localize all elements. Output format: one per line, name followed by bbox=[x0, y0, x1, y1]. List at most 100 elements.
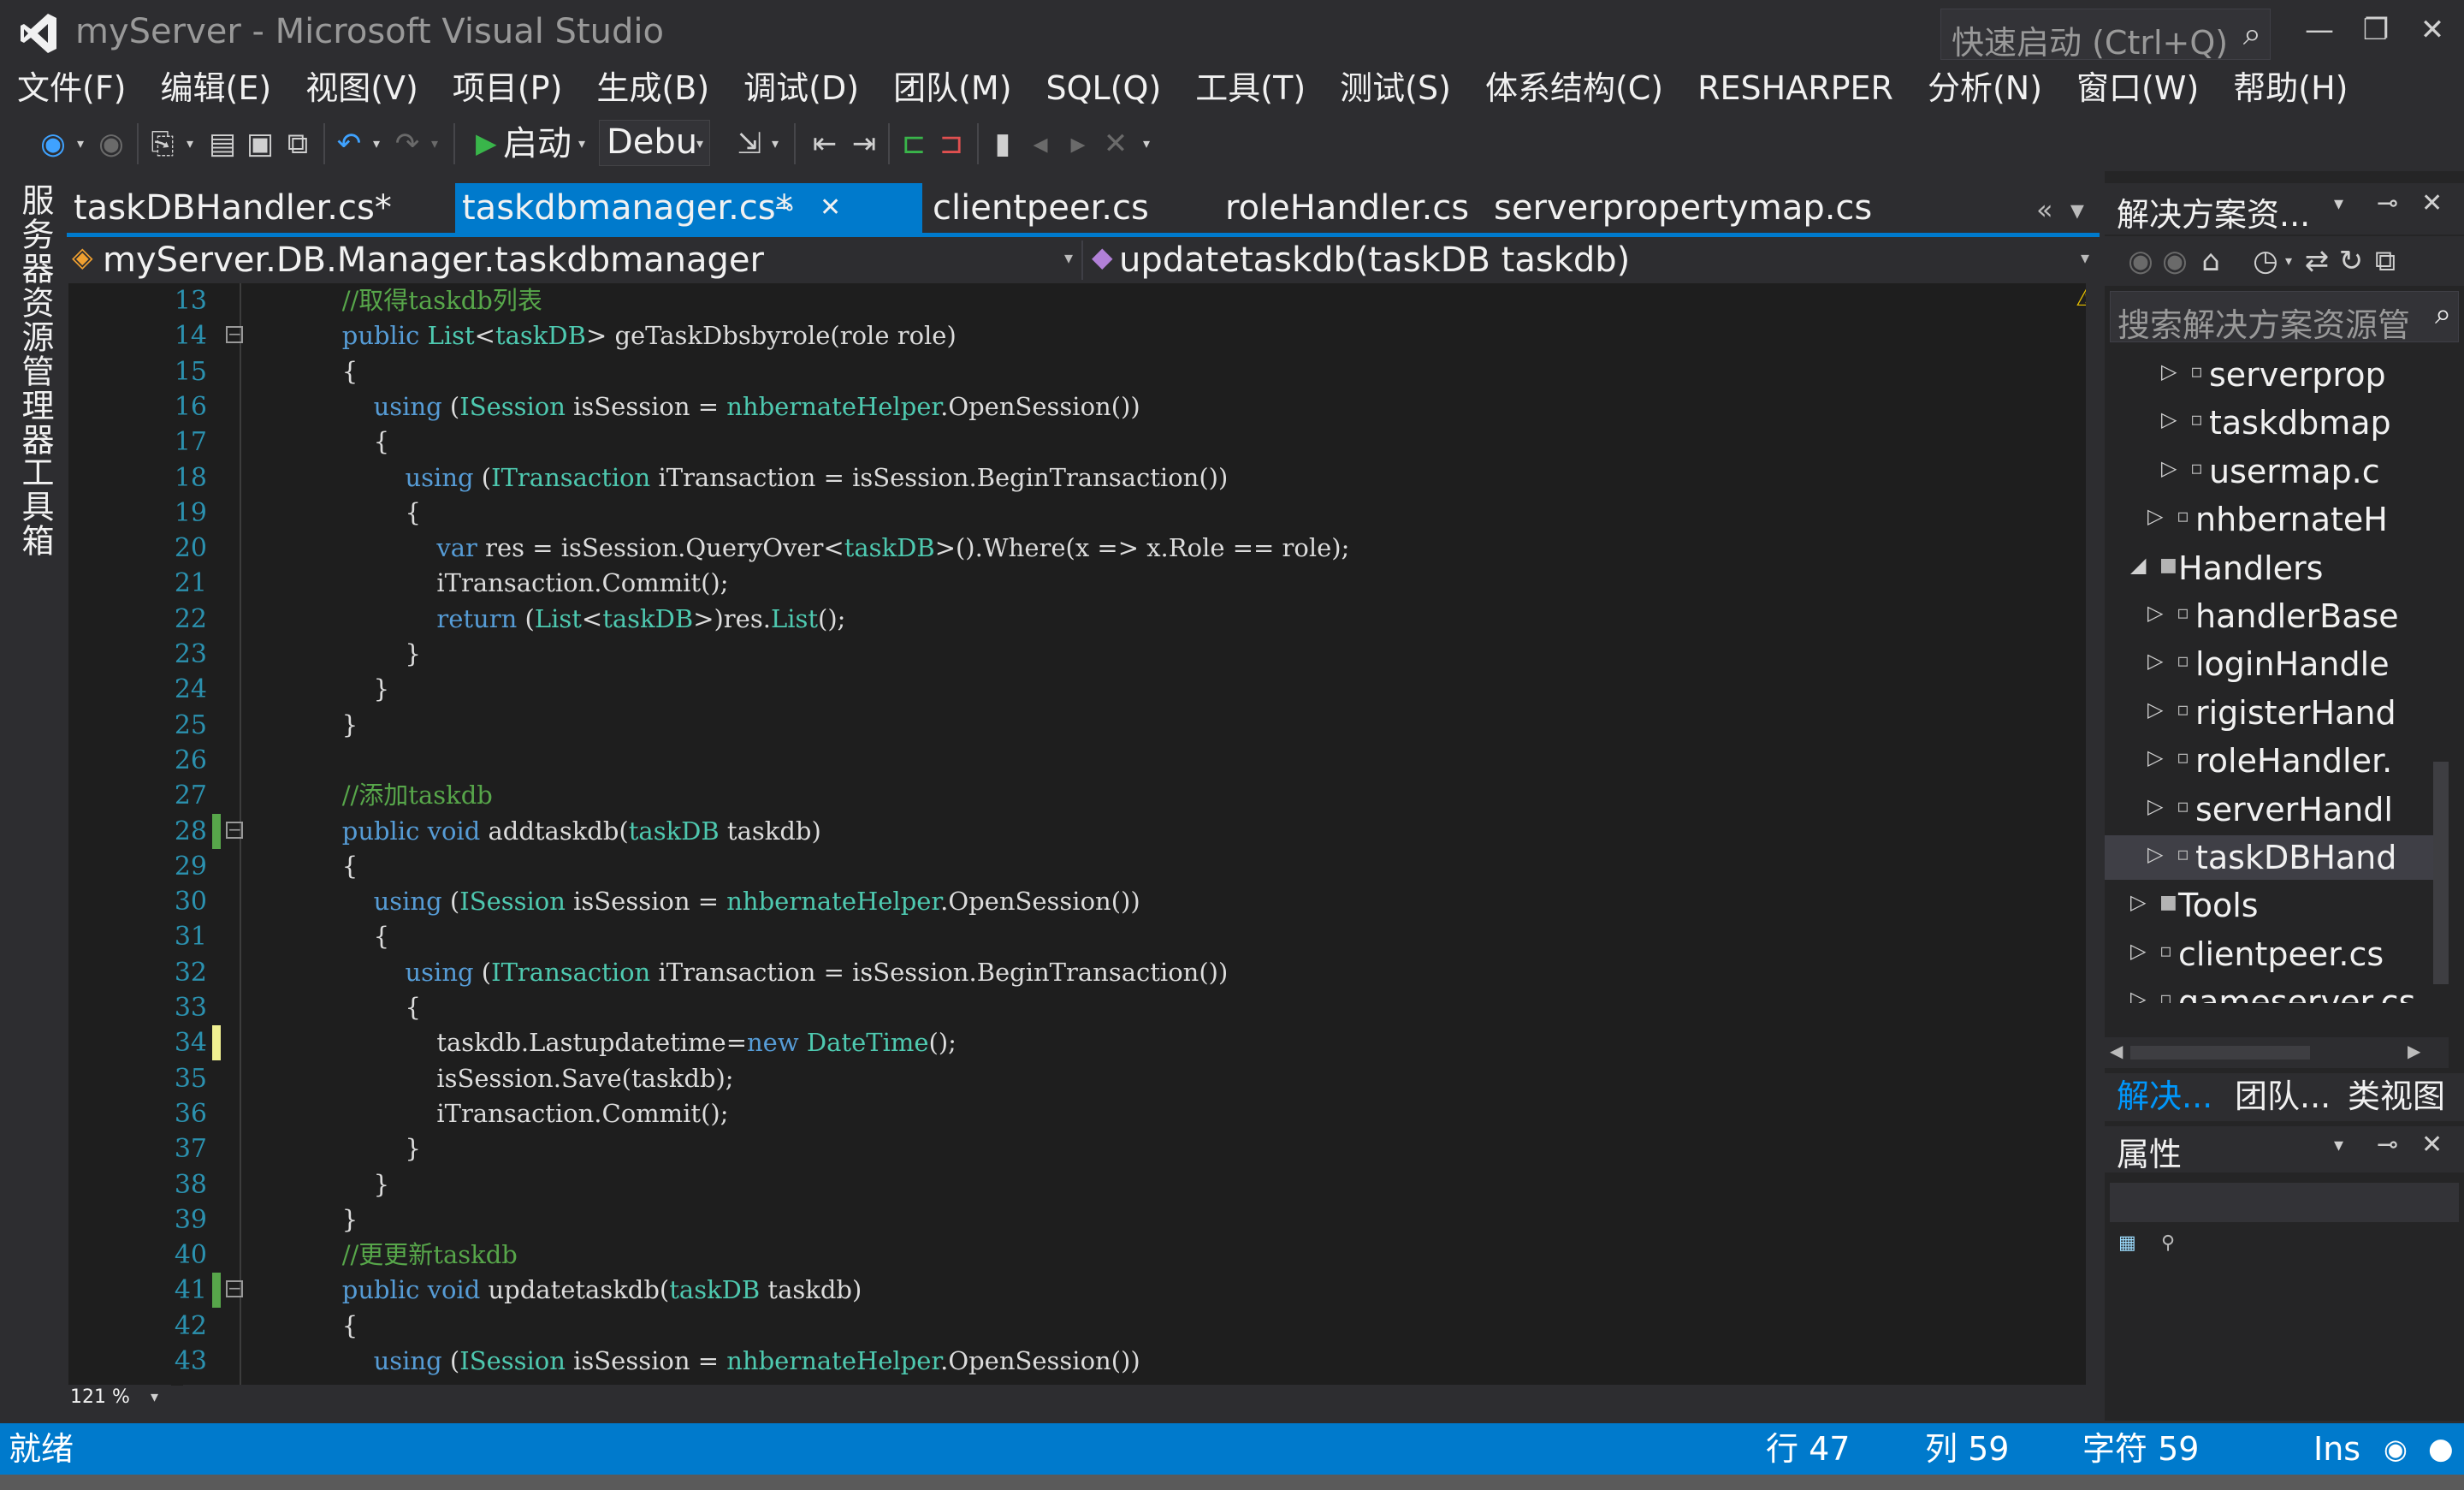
properties-object-select[interactable] bbox=[2110, 1183, 2459, 1222]
tree-item[interactable]: ▷ ▫ usermap.c bbox=[2105, 449, 2449, 494]
code-line[interactable]: 31 { bbox=[68, 919, 2053, 954]
tree-item[interactable]: ▷ ■ Tools bbox=[2105, 883, 2449, 928]
solution-search-input[interactable]: 搜索解决方案资源管 ⌕ bbox=[2110, 291, 2459, 344]
tab-taskdbhandler[interactable]: taskDBHandler.cs* bbox=[67, 183, 452, 233]
tree-hscroll-thumb[interactable] bbox=[2130, 1046, 2310, 1060]
code-line[interactable]: 43 using (ISession isSession = nhbernate… bbox=[68, 1344, 2053, 1379]
menu-item-9[interactable]: 测试(S) bbox=[1323, 65, 1468, 111]
code-line[interactable]: 22 return (List<taskDB>)res.List(); bbox=[68, 602, 2053, 637]
notification-icon[interactable]: ◉ bbox=[2384, 1423, 2408, 1475]
menu-item-14[interactable]: 帮助(H) bbox=[2216, 65, 2365, 111]
expand-icon[interactable]: ▷ bbox=[2147, 794, 2163, 818]
scroll-left-icon[interactable]: ◀ bbox=[2110, 1041, 2123, 1061]
code-line[interactable]: 37 } bbox=[68, 1131, 2053, 1166]
home-icon[interactable]: ⌂ bbox=[2194, 236, 2228, 286]
close-panel-icon[interactable]: ✕ bbox=[2421, 1130, 2443, 1160]
pin-panel-icon[interactable]: ⊸ bbox=[2377, 1130, 2398, 1160]
undo-dropdown-icon[interactable]: ▾ bbox=[368, 115, 385, 173]
tab-class-view[interactable]: 类视图 bbox=[2348, 1073, 2445, 1119]
back-icon[interactable]: ◉ bbox=[2125, 236, 2156, 286]
code-line[interactable]: 38 } bbox=[68, 1167, 2053, 1202]
collapse-region-icon[interactable]: − bbox=[226, 325, 243, 344]
code-line[interactable]: 35 isSession.Save(taskdb); bbox=[68, 1061, 2053, 1096]
code-editor[interactable]: 13 //取得taskdb列表 14− public List<taskDB> g… bbox=[68, 283, 2086, 1386]
zoom-level-select[interactable]: 121 % ▾ bbox=[67, 1385, 171, 1416]
expand-icon[interactable]: ▷ bbox=[2147, 649, 2163, 673]
panel-menu-icon[interactable]: ▾ bbox=[2334, 193, 2343, 215]
save-all-icon[interactable]: ⧉ bbox=[281, 115, 315, 173]
panel-menu-icon[interactable]: ▾ bbox=[2334, 1135, 2343, 1156]
code-line[interactable]: 15 { bbox=[68, 354, 2053, 389]
search-icon[interactable]: ⌕ bbox=[2435, 297, 2451, 331]
tab-team-explorer[interactable]: 团队... bbox=[2235, 1073, 2331, 1119]
code-line[interactable]: 29 { bbox=[68, 849, 2053, 884]
forward-icon[interactable]: ◉ bbox=[2159, 236, 2190, 286]
close-tab-icon[interactable]: ✕ bbox=[820, 183, 841, 233]
code-line[interactable]: 40 //更更新taskdb bbox=[68, 1238, 2053, 1273]
comment-out-icon[interactable]: ⊏ bbox=[897, 115, 931, 173]
code-line[interactable]: 28 − public void addtaskdb(taskDB taskdb) bbox=[68, 813, 2053, 849]
tree-item[interactable]: ▷ ▫ taskDBHand bbox=[2105, 835, 2449, 880]
collapse-region-icon[interactable]: − bbox=[226, 1279, 243, 1298]
menu-item-3[interactable]: 项目(P) bbox=[435, 65, 580, 111]
clear-bookmarks-icon[interactable]: ✕ bbox=[1099, 115, 1133, 173]
tree-item[interactable]: ▷ ▫ handlerBase bbox=[2105, 594, 2449, 638]
code-line[interactable]: 26 bbox=[68, 743, 2053, 778]
code-line[interactable]: 32 using (ITransaction iTransaction = is… bbox=[68, 955, 2053, 990]
tab-overflow-icon[interactable]: « ▾ bbox=[2036, 193, 2084, 226]
next-bookmark-icon[interactable]: ▸ bbox=[1061, 115, 1095, 173]
tree-item[interactable]: ▷ ▫ serverprop bbox=[2105, 353, 2449, 397]
pin-panel-icon[interactable]: ⊸ bbox=[2377, 188, 2398, 218]
collapse-all-icon[interactable]: ⧉ bbox=[2370, 236, 2401, 286]
menu-item-0[interactable]: 文件(F) bbox=[0, 65, 144, 111]
attach-dropdown-icon[interactable]: ▾ bbox=[767, 115, 784, 173]
expand-icon[interactable]: ▷ bbox=[2130, 939, 2146, 963]
menu-item-8[interactable]: 工具(T) bbox=[1178, 65, 1323, 111]
type-scope-dropdown[interactable]: myServer.DB.Manager.taskdbmanager bbox=[103, 237, 764, 283]
start-debugging-icon[interactable]: ▶ bbox=[476, 115, 497, 171]
code-line[interactable]: 41− public void updatetaskdb(taskDB task… bbox=[68, 1273, 2053, 1309]
code-line[interactable]: 30 using (ISession isSession = nhbernate… bbox=[68, 884, 2053, 919]
expand-icon[interactable]: ▷ bbox=[2147, 601, 2163, 625]
navigate-forward-icon[interactable]: ◉ bbox=[94, 115, 128, 173]
tab-solution-explorer[interactable]: 解决... bbox=[2117, 1073, 2212, 1119]
editor-horizontal-scrollbar[interactable] bbox=[183, 1385, 2086, 1416]
code-line[interactable]: 13 //取得taskdb列表 bbox=[68, 283, 2053, 318]
tab-serverpropertymap[interactable]: serverpropertymap.cs bbox=[1487, 183, 2000, 233]
code-line[interactable]: 33 { bbox=[68, 990, 2053, 1025]
expand-icon[interactable]: ▷ bbox=[2130, 890, 2146, 914]
attach-icon[interactable]: ⇲ bbox=[732, 115, 767, 173]
type-scope-dropdown-icon[interactable]: ▾ bbox=[1064, 247, 1073, 268]
close-window-button[interactable]: ✕ bbox=[2406, 5, 2459, 55]
code-line[interactable]: 21 iTransaction.Commit(); bbox=[68, 566, 2053, 601]
tree-item[interactable]: ▷ ▫ gameserver.cs bbox=[2105, 980, 2449, 1003]
tree-item[interactable]: ▷ ▫ roleHandler. bbox=[2105, 739, 2449, 783]
menu-item-5[interactable]: 调试(D) bbox=[726, 65, 876, 111]
member-scope-dropdown[interactable]: updatetaskdb(taskDB taskdb) bbox=[1119, 237, 1630, 283]
expand-icon[interactable]: ▷ bbox=[2161, 407, 2177, 431]
menu-item-2[interactable]: 视图(V) bbox=[288, 65, 435, 111]
start-dropdown-icon[interactable]: ▾ bbox=[573, 115, 590, 173]
tree-item[interactable]: ▷ ▫ taskdbmap bbox=[2105, 401, 2449, 445]
navigate-back-icon[interactable]: ◉ bbox=[36, 115, 70, 173]
categorized-icon[interactable]: ▦ bbox=[2118, 1232, 2136, 1254]
tree-horizontal-scrollbar[interactable]: ◀ ▶ bbox=[2105, 1037, 2449, 1068]
restore-button[interactable]: ❐ bbox=[2349, 5, 2402, 55]
menu-item-11[interactable]: RESHARPER bbox=[1680, 65, 1910, 111]
tree-item[interactable]: ▷ ▫ nhbernateH bbox=[2105, 497, 2449, 542]
expand-icon[interactable]: ▷ bbox=[2130, 987, 2146, 1003]
member-scope-dropdown-icon[interactable]: ▾ bbox=[2081, 247, 2089, 268]
expand-icon[interactable]: ▷ bbox=[2147, 504, 2163, 528]
code-line[interactable]: 18 using (ITransaction iTransaction = is… bbox=[68, 460, 2053, 496]
scroll-right-icon[interactable]: ▶ bbox=[2408, 1041, 2420, 1061]
back-dropdown-icon[interactable]: ▾ bbox=[72, 115, 89, 173]
code-line[interactable]: 25 } bbox=[68, 708, 2053, 743]
uncomment-icon[interactable]: ⊐ bbox=[934, 115, 968, 173]
server-explorer-tab[interactable]: 服务器资源管理器 bbox=[12, 183, 59, 457]
menu-item-6[interactable]: 团队(M) bbox=[876, 65, 1028, 111]
pin-tab-icon[interactable]: ⊸ bbox=[775, 183, 794, 233]
start-button-label[interactable]: 启动 bbox=[503, 115, 572, 173]
save-icon[interactable]: ▣ bbox=[243, 115, 277, 173]
configuration-dropdown-icon[interactable]: ▾ bbox=[691, 115, 708, 173]
zoom-dropdown-icon[interactable]: ▾ bbox=[151, 1388, 158, 1406]
